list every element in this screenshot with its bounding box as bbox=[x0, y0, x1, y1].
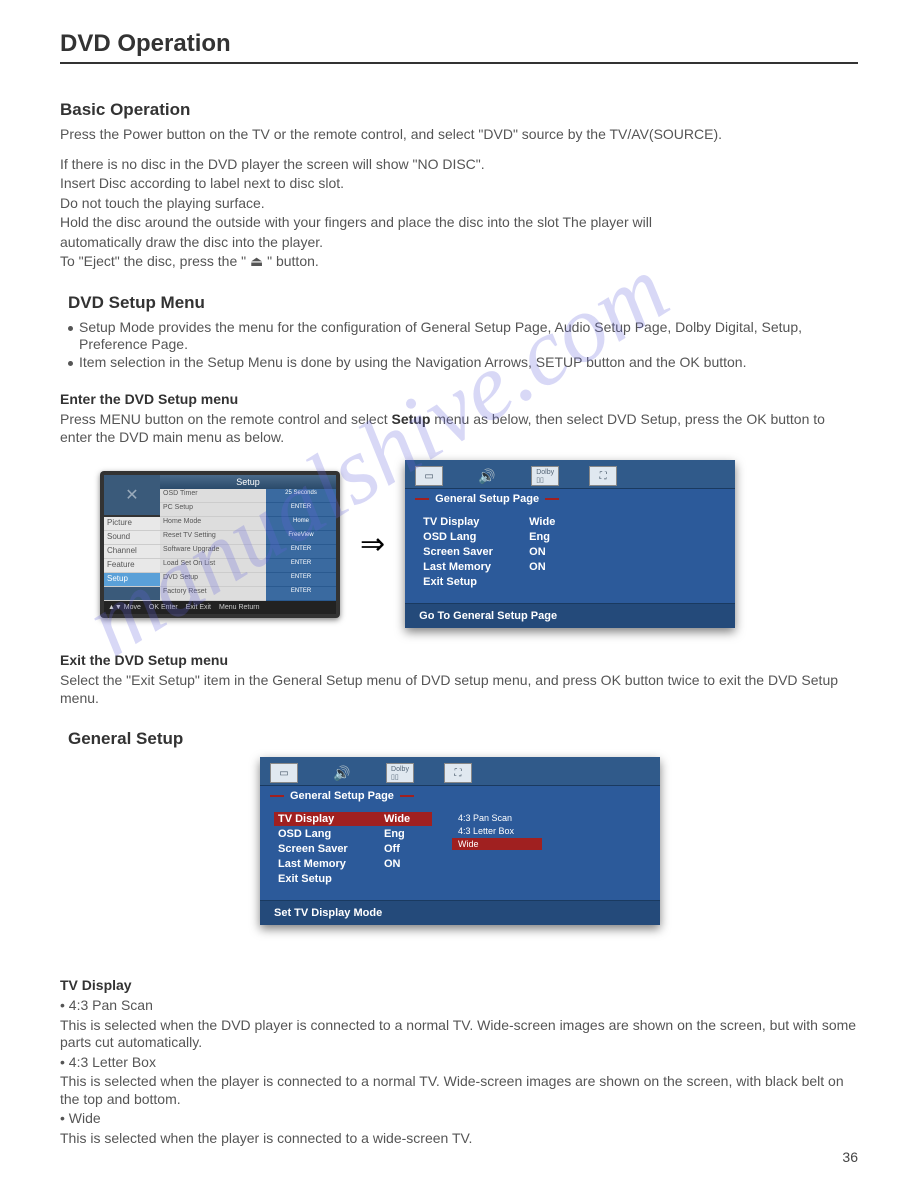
basic-line: If there is no disc in the DVD player th… bbox=[60, 156, 858, 174]
sub-option-letter-box[interactable]: 4:3 Letter Box bbox=[452, 825, 542, 837]
tv-display-heading: TV Display bbox=[60, 977, 858, 993]
bullet-text: Item selection in the Setup Menu is done… bbox=[79, 354, 858, 372]
option-desc: This is selected when the player is conn… bbox=[60, 1073, 858, 1108]
basic-operation-heading: Basic Operation bbox=[60, 100, 858, 120]
basic-line: Press the Power button on the TV or the … bbox=[60, 126, 858, 144]
tv-setup-screenshot: ✕ Setup OSD Timer25 Seconds PC SetupENTE… bbox=[100, 471, 340, 618]
tab-display-icon: ▭ bbox=[270, 763, 298, 783]
basic-line: Insert Disc according to label next to d… bbox=[60, 175, 858, 193]
basic-line: Do not touch the playing surface. bbox=[60, 195, 858, 213]
bullet-icon bbox=[68, 361, 73, 366]
menu-row-exit-setup[interactable]: Exit Setup bbox=[274, 872, 432, 886]
enter-text: Press MENU button on the remote control … bbox=[60, 411, 858, 446]
tab-dolby-icon: Dolby▯▯ bbox=[531, 466, 559, 486]
panel-footer: Set TV Display Mode bbox=[260, 900, 660, 925]
menu-row-last-memory[interactable]: Last MemoryON bbox=[419, 560, 577, 574]
page-title: DVD Operation bbox=[60, 30, 858, 64]
exit-text: Select the "Exit Setup" item in the Gene… bbox=[60, 672, 858, 707]
menu-row-screen-saver[interactable]: Screen SaverON bbox=[419, 545, 577, 559]
tab-pref-icon: ⛶ bbox=[444, 763, 472, 783]
sub-option-pan-scan[interactable]: 4:3 Pan Scan bbox=[452, 812, 542, 824]
sub-option-wide[interactable]: Wide bbox=[452, 838, 542, 850]
menu-row-last-memory[interactable]: Last MemoryON bbox=[274, 857, 432, 871]
exit-dvd-setup-heading: Exit the DVD Setup menu bbox=[60, 652, 858, 668]
option-name: • 4:3 Letter Box bbox=[60, 1054, 858, 1072]
bullet-text: Setup Mode provides the menu for the con… bbox=[79, 319, 858, 354]
option-desc: This is selected when the DVD player is … bbox=[60, 1017, 858, 1052]
tv-setup-footer: ▲▼ Move OK Enter Exit Exit Menu Return bbox=[104, 601, 336, 614]
tab-pref-icon: ⛶ bbox=[589, 466, 617, 486]
basic-line: Hold the disc around the outside with yo… bbox=[60, 214, 858, 232]
bullet-icon bbox=[68, 326, 73, 331]
page-number: 36 bbox=[842, 1149, 858, 1165]
basic-line: automatically draw the disc into the pla… bbox=[60, 234, 858, 252]
general-setup-heading: General Setup bbox=[68, 729, 858, 749]
wrench-icon: ✕ bbox=[104, 475, 160, 515]
tab-dolby-icon: Dolby▯▯ bbox=[386, 763, 414, 783]
menu-row-osd-lang[interactable]: OSD LangEng bbox=[419, 530, 577, 544]
menu-row-screen-saver[interactable]: Screen SaverOff bbox=[274, 842, 432, 856]
tab-audio-icon: 🔊 bbox=[328, 763, 356, 783]
arrow-right-icon: ⇒ bbox=[360, 527, 385, 562]
option-name: • Wide bbox=[60, 1110, 858, 1128]
tv-setup-topbar: Setup bbox=[160, 475, 336, 489]
panel-footer: Go To General Setup Page bbox=[405, 603, 735, 628]
option-desc: This is selected when the player is conn… bbox=[60, 1130, 858, 1148]
dvd-setup-heading: DVD Setup Menu bbox=[68, 293, 858, 313]
menu-row-tv-display[interactable]: TV DisplayWide bbox=[419, 515, 577, 529]
menu-row-osd-lang[interactable]: OSD LangEng bbox=[274, 827, 432, 841]
panel-header: General Setup Page bbox=[405, 489, 735, 509]
panel-header: General Setup Page bbox=[260, 786, 660, 806]
option-name: • 4:3 Pan Scan bbox=[60, 997, 858, 1015]
menu-row-exit-setup[interactable]: Exit Setup bbox=[419, 575, 577, 589]
general-setup-panel-2: ▭ 🔊 Dolby▯▯ ⛶ General Setup Page TV Disp… bbox=[260, 757, 660, 925]
enter-dvd-setup-heading: Enter the DVD Setup menu bbox=[60, 391, 858, 407]
general-setup-panel: ▭ 🔊 Dolby▯▯ ⛶ General Setup Page TV Disp… bbox=[405, 460, 735, 628]
tab-audio-icon: 🔊 bbox=[473, 466, 501, 486]
basic-line: To "Eject" the disc, press the " ⏏ " but… bbox=[60, 253, 858, 271]
tab-display-icon: ▭ bbox=[415, 466, 443, 486]
menu-row-tv-display[interactable]: TV DisplayWide bbox=[274, 812, 432, 826]
